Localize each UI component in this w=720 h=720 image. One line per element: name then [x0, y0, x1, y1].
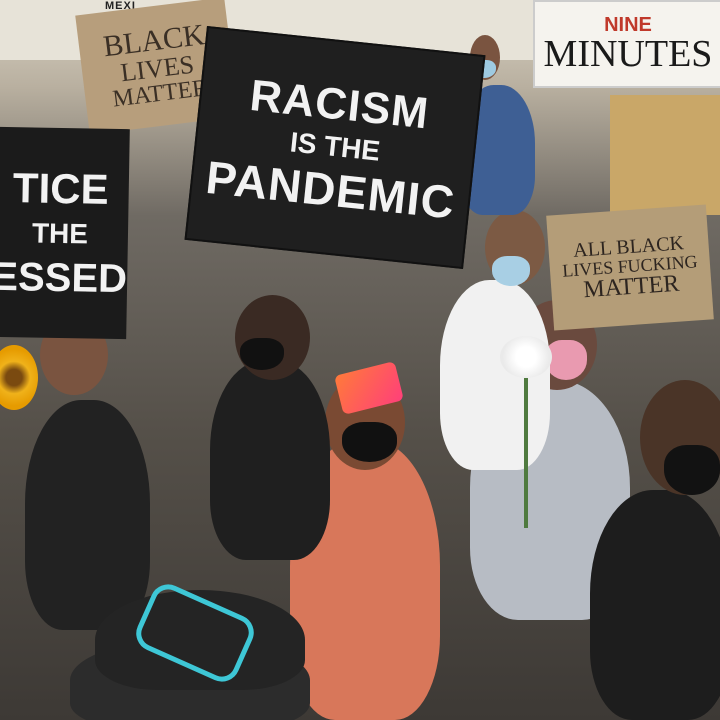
sign-all-black-lives: ALL BLACK LIVES FUCKING MATTER: [546, 204, 714, 331]
mask-glasses: [240, 338, 284, 370]
person-glasses: [210, 360, 330, 560]
sign-text: RACISM: [247, 70, 432, 138]
sign-racism-pandemic: RACISM IS THE PANDEMIC: [184, 25, 486, 270]
sign-text: NINE: [604, 14, 652, 36]
mask-orange-top: [342, 422, 397, 462]
white-flower: [500, 336, 552, 378]
sign-text: IS THE: [288, 125, 382, 167]
background-wall: [610, 95, 720, 215]
person-black-top-right: [590, 490, 720, 720]
sign-text: PANDEMIC: [203, 150, 458, 229]
mask-blue: [492, 256, 530, 286]
sign-text: MINUTES: [543, 33, 713, 75]
sign-text: THE: [31, 217, 89, 250]
sunflower: [0, 345, 38, 410]
sign-text: MATTER: [582, 270, 681, 303]
flower-stem: [524, 378, 528, 528]
sign-text: TICE: [12, 164, 110, 213]
protest-photo: MEXI BLACK LIVES MATTER NINE MINUTES RAC…: [0, 0, 720, 720]
mask-right: [664, 445, 720, 495]
sign-text: ESSED: [0, 254, 128, 302]
sign-justice: TICE THE ESSED: [0, 126, 130, 340]
sign-nine-minutes: NINE MINUTES: [533, 0, 720, 88]
person-left-black: [25, 400, 150, 630]
